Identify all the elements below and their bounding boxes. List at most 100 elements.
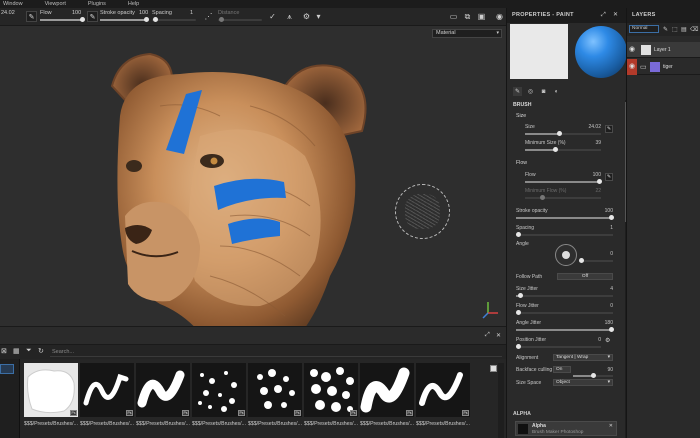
toolbar-stroke-opacity-value[interactable]: 100 bbox=[139, 10, 148, 16]
alpha-resource-card[interactable]: Alpha Brush Maker Photoshop ✕ bbox=[515, 421, 617, 436]
camera-view-icon[interactable]: ⧉ bbox=[462, 11, 473, 22]
screenshot-camera-icon[interactable]: ◉ bbox=[494, 11, 505, 22]
toolbar-spacing-slider[interactable] bbox=[152, 17, 196, 22]
angle-jitter-slider[interactable] bbox=[516, 327, 614, 332]
layers-toolbar: Normal ✎ ⬚ ▤ ⌫ bbox=[627, 23, 700, 36]
flow-slider[interactable] bbox=[525, 179, 602, 184]
menu-plugins[interactable]: Plugins bbox=[85, 0, 109, 8]
shelf-item[interactable]: Ps $$$/Presets/Brushes/... bbox=[24, 363, 78, 435]
alpha-preview[interactable] bbox=[510, 24, 568, 79]
mirror-icon[interactable]: ⩚ bbox=[284, 11, 295, 22]
size-value[interactable]: 24.02 bbox=[587, 124, 601, 130]
size-jitter-slider[interactable] bbox=[516, 293, 613, 298]
alignment-dropdown[interactable]: Tangent | Wrap ▾ bbox=[553, 354, 613, 361]
backface-culling-toggle[interactable]: On bbox=[553, 366, 571, 373]
flow-pencil-icon[interactable]: ✎ bbox=[87, 11, 98, 22]
angle-dial[interactable] bbox=[555, 244, 577, 266]
size-pen-pressure-icon[interactable]: ✎ bbox=[605, 125, 613, 133]
toolbar-stroke-opacity-slider[interactable] bbox=[100, 17, 149, 22]
refresh-icon[interactable]: ↻ bbox=[38, 347, 44, 355]
min-flow-slider[interactable] bbox=[525, 195, 601, 200]
flow-value[interactable]: 100 bbox=[587, 172, 601, 178]
shelf-item[interactable]: Ps $$$/Presets/Brushes/... bbox=[248, 363, 302, 435]
size-slider[interactable] bbox=[525, 131, 601, 136]
shelf-panel: ⤢ ✕ ⊠ ▦ ⏷ ↻ Search... Ps $$$/Presets/Bru… bbox=[0, 326, 506, 438]
angle-value[interactable]: 0 bbox=[599, 251, 613, 257]
shelf-item[interactable]: Ps $$$/Presets/Brushes/... bbox=[360, 363, 414, 435]
position-jitter-value[interactable]: 0 bbox=[591, 337, 601, 343]
min-size-slider[interactable] bbox=[525, 147, 601, 152]
flow-jitter-value[interactable]: 0 bbox=[599, 303, 613, 309]
shelf-item-label: $$$/Presets/Brushes/... bbox=[416, 421, 470, 427]
jitter-options-icon[interactable]: ⚙ bbox=[605, 337, 610, 344]
angle-jitter-value[interactable]: 180 bbox=[599, 320, 613, 326]
shelf-sidebar-selected-item[interactable] bbox=[0, 364, 14, 374]
symmetry-icon[interactable]: ✓ bbox=[267, 11, 278, 22]
shelf-item[interactable]: Ps $$$/Presets/Brushes/... bbox=[304, 363, 358, 435]
stroke-opacity-slider[interactable] bbox=[516, 215, 614, 220]
position-jitter-slider[interactable] bbox=[516, 344, 601, 349]
settings-tab-icon[interactable]: ◐ bbox=[552, 87, 561, 96]
toolbar-distance-slider[interactable] bbox=[218, 17, 262, 22]
shelf-search-input[interactable]: Search... bbox=[50, 347, 502, 357]
min-flow-value[interactable]: 22 bbox=[587, 188, 601, 194]
toolbar-size-value[interactable]: 24.02 bbox=[1, 10, 15, 16]
size-space-dropdown[interactable]: Object ▾ bbox=[553, 379, 613, 386]
add-fill-icon[interactable]: ⬚ bbox=[672, 26, 678, 33]
viewport-channel-dropdown[interactable]: Material ▾ bbox=[432, 29, 502, 38]
backface-culling-value[interactable]: 90 bbox=[599, 367, 613, 373]
visibility-eye-icon[interactable]: ◉ bbox=[629, 46, 637, 54]
shelf-scrollbar[interactable] bbox=[498, 363, 504, 438]
remove-alpha-icon[interactable]: ✕ bbox=[609, 423, 613, 429]
layer-row[interactable]: ◉ Layer 1 bbox=[627, 42, 700, 58]
maximize-icon[interactable]: ⤢ bbox=[601, 8, 606, 23]
blend-mode-dropdown[interactable]: Normal bbox=[629, 25, 659, 33]
shelf-item[interactable]: Ps $$$/Presets/Brushes/... bbox=[136, 363, 190, 435]
expand-icon[interactable]: ⊠ bbox=[1, 347, 7, 355]
angle-slider[interactable] bbox=[579, 258, 613, 263]
spacing-value[interactable]: 1 bbox=[599, 225, 613, 231]
material-preview-sphere[interactable] bbox=[575, 26, 627, 78]
layer-row[interactable]: ◉ ▭ tiger bbox=[627, 59, 700, 75]
pressure-pencil-icon[interactable]: ✎ bbox=[26, 11, 37, 22]
menu-viewport[interactable]: Viewport bbox=[42, 0, 69, 8]
flow-jitter-label: Flow Jitter bbox=[516, 303, 539, 309]
display-icon[interactable]: ▭ bbox=[448, 11, 459, 22]
shelf-item[interactable]: Ps $$$/Presets/Brushes/... bbox=[192, 363, 246, 435]
grid-view-icon[interactable]: ▦ bbox=[13, 347, 20, 355]
settings-icon[interactable]: ⚙ bbox=[301, 11, 312, 22]
maximize-icon[interactable]: ⤢ bbox=[485, 332, 490, 339]
size-group-header: Size bbox=[516, 113, 527, 119]
menu-help[interactable]: Help bbox=[125, 0, 142, 8]
shelf-option-checkbox[interactable] bbox=[490, 365, 497, 372]
size-jitter-value[interactable]: 4 bbox=[599, 286, 613, 292]
min-size-value[interactable]: 39 bbox=[587, 140, 601, 146]
flow-pen-pressure-icon[interactable]: ✎ bbox=[605, 173, 613, 181]
brush-tab-icon[interactable]: ✎ bbox=[513, 87, 522, 96]
stencil-tab-icon[interactable]: ◙ bbox=[539, 87, 548, 96]
stroke-opacity-value[interactable]: 100 bbox=[599, 208, 613, 214]
3d-viewport[interactable]: Material ▾ bbox=[0, 26, 506, 326]
delete-layer-icon[interactable]: ⌫ bbox=[690, 26, 698, 33]
toolbar-flow-value[interactable]: 100 bbox=[72, 10, 81, 16]
visibility-eye-icon[interactable]: ◉ bbox=[629, 63, 637, 71]
add-effect-icon[interactable]: ✎ bbox=[663, 26, 668, 33]
dropdown-arrow-icon[interactable]: ▾ bbox=[313, 11, 324, 22]
follow-path-toggle[interactable]: Off bbox=[557, 273, 613, 280]
close-icon[interactable]: ✕ bbox=[613, 8, 618, 23]
toolbar-spacing-label: Spacing bbox=[152, 10, 172, 16]
spacing-slider[interactable] bbox=[516, 232, 613, 237]
add-layer-icon[interactable]: ▤ bbox=[681, 26, 687, 33]
shelf-item[interactable]: Ps $$$/Presets/Brushes/... bbox=[80, 363, 134, 435]
render-icon[interactable]: ▣ bbox=[476, 11, 487, 22]
filter-icon[interactable]: ⏷ bbox=[26, 347, 32, 355]
shelf-item[interactable]: Ps $$$/Presets/Brushes/... bbox=[416, 363, 470, 435]
flow-jitter-slider[interactable] bbox=[516, 310, 613, 315]
menu-window[interactable]: Window bbox=[0, 0, 26, 8]
toolbar-spacing-value[interactable]: 1 bbox=[190, 10, 193, 16]
lazy-mouse-icon[interactable]: ⋰ bbox=[203, 11, 214, 22]
material-tab-icon[interactable]: ◎ bbox=[526, 87, 535, 96]
close-icon[interactable]: ✕ bbox=[496, 332, 501, 339]
backface-culling-slider[interactable] bbox=[573, 373, 613, 378]
toolbar-flow-slider[interactable] bbox=[40, 17, 85, 22]
